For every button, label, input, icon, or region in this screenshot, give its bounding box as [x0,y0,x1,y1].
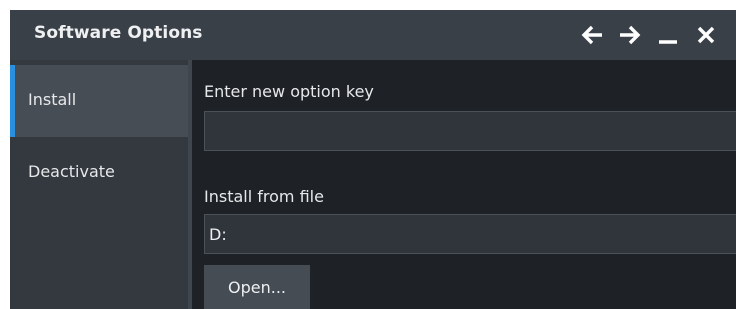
minimize-icon [659,40,677,44]
sidebar: Install Deactivate [10,60,190,309]
back-button[interactable] [580,23,604,47]
option-key-label: Enter new option key [204,82,374,101]
arrow-right-icon [620,25,641,45]
install-panel: Enter new option key Install from file O… [192,60,736,309]
sidebar-item-install[interactable]: Install [10,65,188,137]
install-file-label: Install from file [204,187,324,206]
sidebar-item-label: Install [28,90,77,109]
option-key-input[interactable] [204,111,736,151]
forward-button[interactable] [618,23,642,47]
software-options-dialog: Software Options Install Deactivate Ente… [10,10,736,309]
minimize-button[interactable] [656,23,680,47]
close-icon [697,26,715,44]
open-file-button[interactable]: Open... [204,265,310,309]
close-button[interactable] [694,23,718,47]
active-indicator [10,65,15,137]
sidebar-item-label: Deactivate [28,162,115,181]
install-file-path-input[interactable] [204,214,736,254]
dialog-title: Software Options [34,23,203,43]
title-bar-controls [580,10,718,60]
title-bar: Software Options [10,10,736,60]
sidebar-item-deactivate[interactable]: Deactivate [10,137,188,209]
arrow-left-icon [581,25,602,45]
